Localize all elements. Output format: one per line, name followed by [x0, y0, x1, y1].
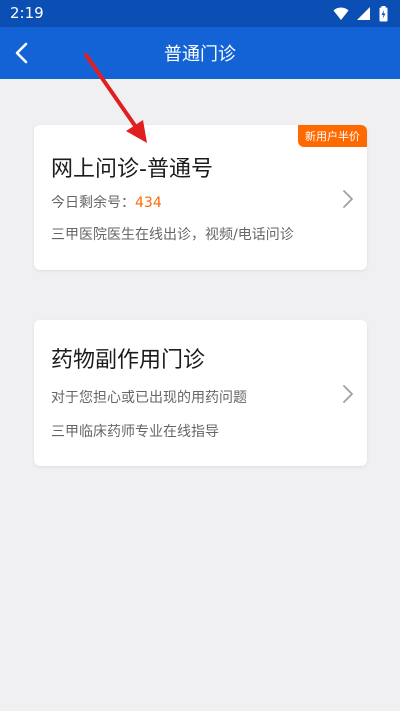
wifi-icon	[333, 7, 349, 20]
remaining-slots: 今日剩余号：434	[51, 192, 162, 212]
battery-icon	[379, 6, 388, 22]
card-description: 对于您担心或已出现的用药问题	[51, 390, 247, 406]
app-header: 普通门诊	[0, 27, 400, 79]
card-description-secondary: 三甲临床药师专业在线指导	[51, 424, 219, 440]
chevron-right-icon	[343, 385, 353, 403]
card-title: 网上问诊-普通号	[51, 157, 213, 182]
page-title: 普通门诊	[164, 44, 236, 65]
status-time: 2:19	[10, 4, 44, 22]
card-drug-side-effects[interactable]: 药物副作用门诊 对于您担心或已出现的用药问题 三甲临床药师专业在线指导	[34, 320, 367, 466]
new-user-badge: 新用户半价	[298, 125, 367, 147]
remaining-label: 今日剩余号：	[51, 195, 135, 211]
card-online-consultation[interactable]: 新用户半价 网上问诊-普通号 今日剩余号：434 三甲医院医生在线出诊，视频/电…	[34, 125, 367, 270]
remaining-count: 434	[135, 195, 162, 211]
status-bar: 2:19	[0, 0, 400, 27]
chevron-right-icon	[343, 190, 353, 208]
card-description: 三甲医院医生在线出诊，视频/电话问诊	[51, 227, 294, 243]
signal-icon	[357, 7, 370, 20]
card-title: 药物副作用门诊	[51, 348, 206, 373]
status-icons	[333, 6, 388, 22]
